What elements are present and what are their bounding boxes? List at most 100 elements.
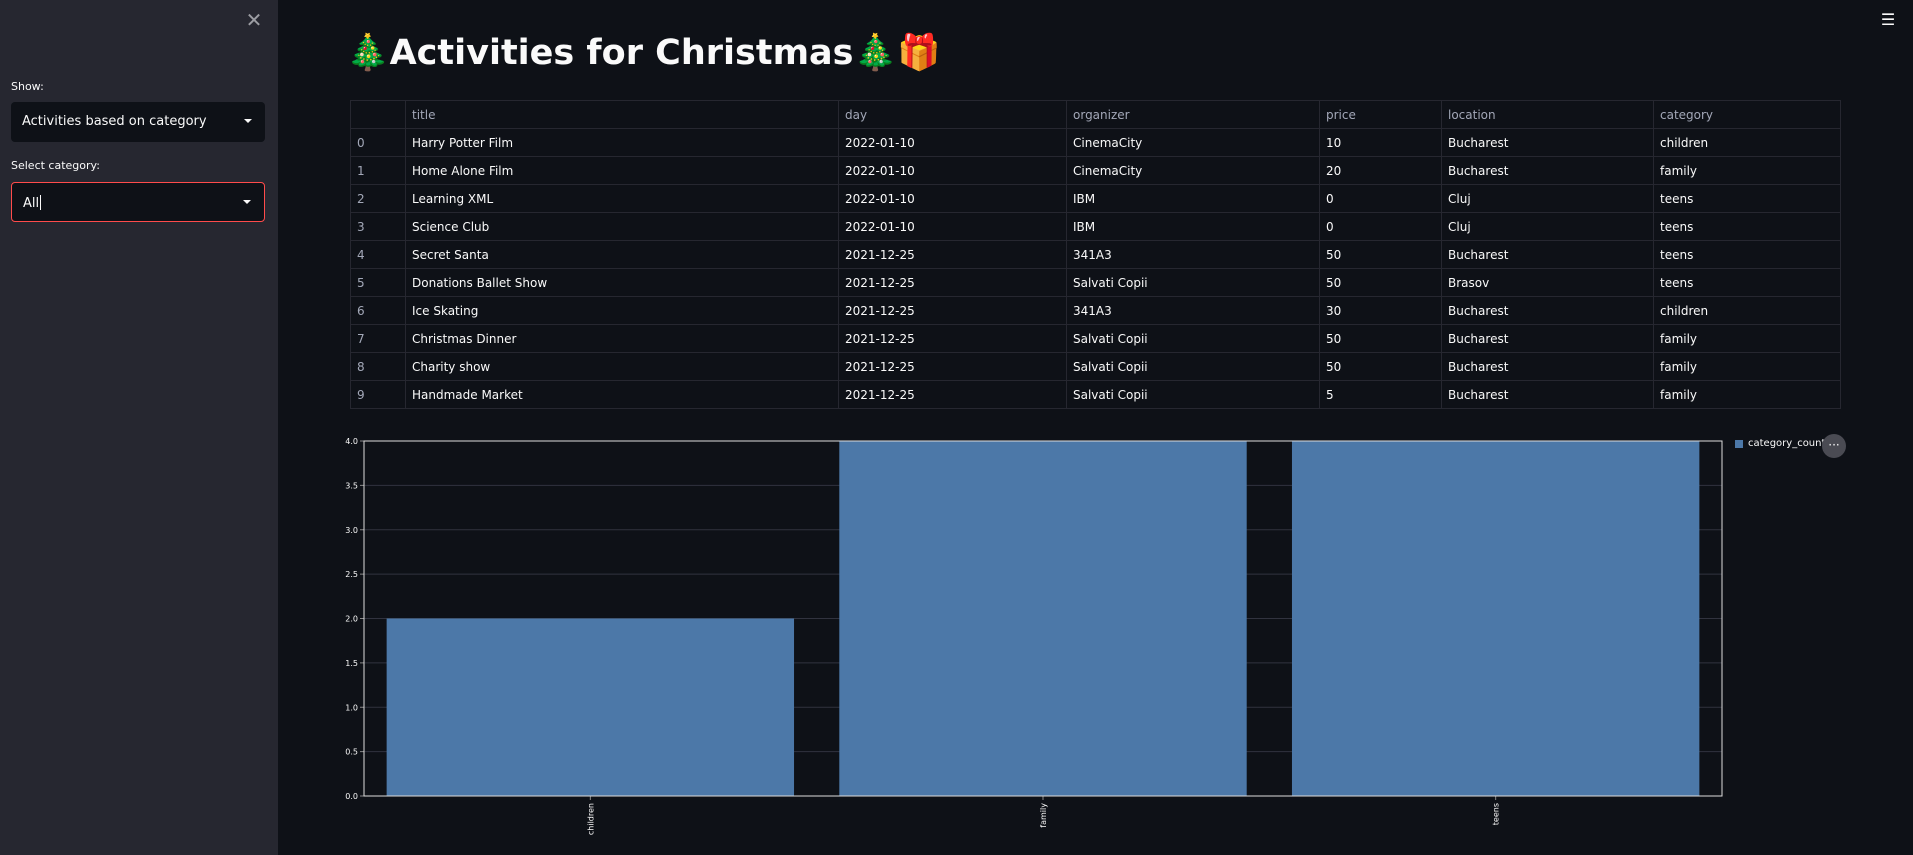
table-cell: Bucharest <box>1441 324 1654 353</box>
show-select-value: Activities based on category <box>22 114 207 129</box>
column-header[interactable]: category <box>1653 100 1841 129</box>
table-cell: 2022-01-10 <box>838 128 1067 157</box>
legend-label: category_count <box>1748 438 1826 449</box>
row-index: 4 <box>350 240 406 269</box>
table-row: 3 Science Club 2022-01-10 IBM 0 Cluj teens <box>350 212 1841 241</box>
table-body: 0 Harry Potter Film 2022-01-10 CinemaCity 10… <box>350 128 1841 409</box>
table-cell: 2021-12-25 <box>838 240 1067 269</box>
table-cell: IBM <box>1066 212 1320 241</box>
table-cell: 50 <box>1319 352 1442 381</box>
table-cell: 30 <box>1319 296 1442 325</box>
data-table: title day organizer price location category 0… <box>350 100 1841 409</box>
table-cell: 2021-12-25 <box>838 352 1067 381</box>
table-cell: 2021-12-25 <box>838 324 1067 353</box>
table-row: 0 Harry Potter Film 2022-01-10 CinemaCity 10… <box>350 128 1841 157</box>
table-cell: 0 <box>1319 184 1442 213</box>
table-cell: 10 <box>1319 128 1442 157</box>
table-cell: Secret Santa <box>405 240 839 269</box>
table-cell: 50 <box>1319 268 1442 297</box>
category-label: Select category: <box>11 159 100 172</box>
table-cell: Bucharest <box>1441 380 1654 409</box>
table-cell: Home Alone Film <box>405 156 839 185</box>
table-cell: Salvati Copii <box>1066 380 1320 409</box>
y-tick-label: 0.5 <box>345 748 358 757</box>
page-title: 🎄Activities for Christmas🎄🎁 <box>346 33 941 73</box>
column-header[interactable]: price <box>1319 100 1442 129</box>
column-header[interactable]: organizer <box>1066 100 1320 129</box>
y-tick-label: 3.5 <box>345 481 358 490</box>
close-icon[interactable]: ✕ <box>244 8 264 32</box>
table-cell: Learning XML <box>405 184 839 213</box>
chart-legend: category_count <box>1735 438 1825 449</box>
table-cell: teens <box>1653 240 1841 269</box>
row-index: 9 <box>350 380 406 409</box>
table-cell: 341A3 <box>1066 240 1320 269</box>
bar-children <box>386 618 795 796</box>
table-cell: family <box>1653 324 1841 353</box>
table-cell: Ice Skating <box>405 296 839 325</box>
table-cell: children <box>1653 128 1841 157</box>
table-row: 5 Donations Ballet Show 2021-12-25 Salvati … <box>350 268 1841 297</box>
bar-chart-svg: 0.0 0.5 1.0 1.5 2.0 2.5 3.0 3.5 4.0 children famil… <box>345 437 1723 835</box>
table-cell: CinemaCity <box>1066 156 1320 185</box>
show-select[interactable]: Activities based on category <box>11 102 265 142</box>
table-cell: 20 <box>1319 156 1442 185</box>
x-tick-label: family <box>1039 803 1048 828</box>
table-cell: Handmade Market <box>405 380 839 409</box>
table-cell: 2021-12-25 <box>838 296 1067 325</box>
table-row: 4 Secret Santa 2021-12-25 341A3 50 Bucharest t… <box>350 240 1841 269</box>
sidebar: ✕ Show: Activities based on category Sel… <box>0 0 278 855</box>
y-tick-label: 4.0 <box>345 437 358 446</box>
row-index: 8 <box>350 352 406 381</box>
bar-family <box>839 441 1247 796</box>
table-cell: Bucharest <box>1441 156 1654 185</box>
table-row: 6 Ice Skating 2021-12-25 341A3 30 Bucharest ch… <box>350 296 1841 325</box>
x-tick-label: children <box>586 803 595 835</box>
y-tick-label: 2.0 <box>345 615 358 624</box>
table-cell: children <box>1653 296 1841 325</box>
hamburger-menu-icon[interactable]: ☰ <box>1878 10 1898 30</box>
table-cell: 50 <box>1319 324 1442 353</box>
table-cell: family <box>1653 156 1841 185</box>
table-cell: teens <box>1653 212 1841 241</box>
table-cell: Bucharest <box>1441 296 1654 325</box>
text-cursor <box>40 195 42 210</box>
category-select[interactable]: All <box>11 182 265 222</box>
more-options-icon[interactable]: ··· <box>1822 434 1846 458</box>
table-cell: Salvati Copii <box>1066 324 1320 353</box>
table-row: 8 Charity show 2021-12-25 Salvati Copii 50 Bu… <box>350 352 1841 381</box>
table-cell: teens <box>1653 268 1841 297</box>
table-cell: Cluj <box>1441 212 1654 241</box>
table-cell: Bucharest <box>1441 352 1654 381</box>
table-cell: Science Club <box>405 212 839 241</box>
table-cell: Bucharest <box>1441 128 1654 157</box>
column-header[interactable]: location <box>1441 100 1654 129</box>
table-row: 1 Home Alone Film 2022-01-10 CinemaCity 20 Bu… <box>350 156 1841 185</box>
bar-chart: 0.0 0.5 1.0 1.5 2.0 2.5 3.0 3.5 4.0 children famil… <box>340 425 1730 849</box>
y-tick-label: 2.5 <box>345 570 358 579</box>
table-cell: family <box>1653 380 1841 409</box>
row-index: 1 <box>350 156 406 185</box>
row-index: 0 <box>350 128 406 157</box>
table-cell: Salvati Copii <box>1066 268 1320 297</box>
table-cell: 5 <box>1319 380 1442 409</box>
column-header[interactable] <box>350 100 406 129</box>
legend-swatch <box>1735 439 1743 448</box>
table-cell: teens <box>1653 184 1841 213</box>
table-cell: IBM <box>1066 184 1320 213</box>
row-index: 6 <box>350 296 406 325</box>
x-tick-label: teens <box>1492 803 1501 825</box>
y-tick-label: 3.0 <box>345 526 358 535</box>
table-cell: CinemaCity <box>1066 128 1320 157</box>
table-cell: Cluj <box>1441 184 1654 213</box>
table-cell: 341A3 <box>1066 296 1320 325</box>
row-index: 3 <box>350 212 406 241</box>
column-header[interactable]: day <box>838 100 1067 129</box>
table-row: 7 Christmas Dinner 2021-12-25 Salvati Copii… <box>350 324 1841 353</box>
table-row: 2 Learning XML 2022-01-10 IBM 0 Cluj teens <box>350 184 1841 213</box>
table-cell: Bucharest <box>1441 240 1654 269</box>
table-cell: 2022-01-10 <box>838 156 1067 185</box>
category-select-value: All <box>23 196 40 211</box>
row-index: 5 <box>350 268 406 297</box>
column-header[interactable]: title <box>405 100 839 129</box>
